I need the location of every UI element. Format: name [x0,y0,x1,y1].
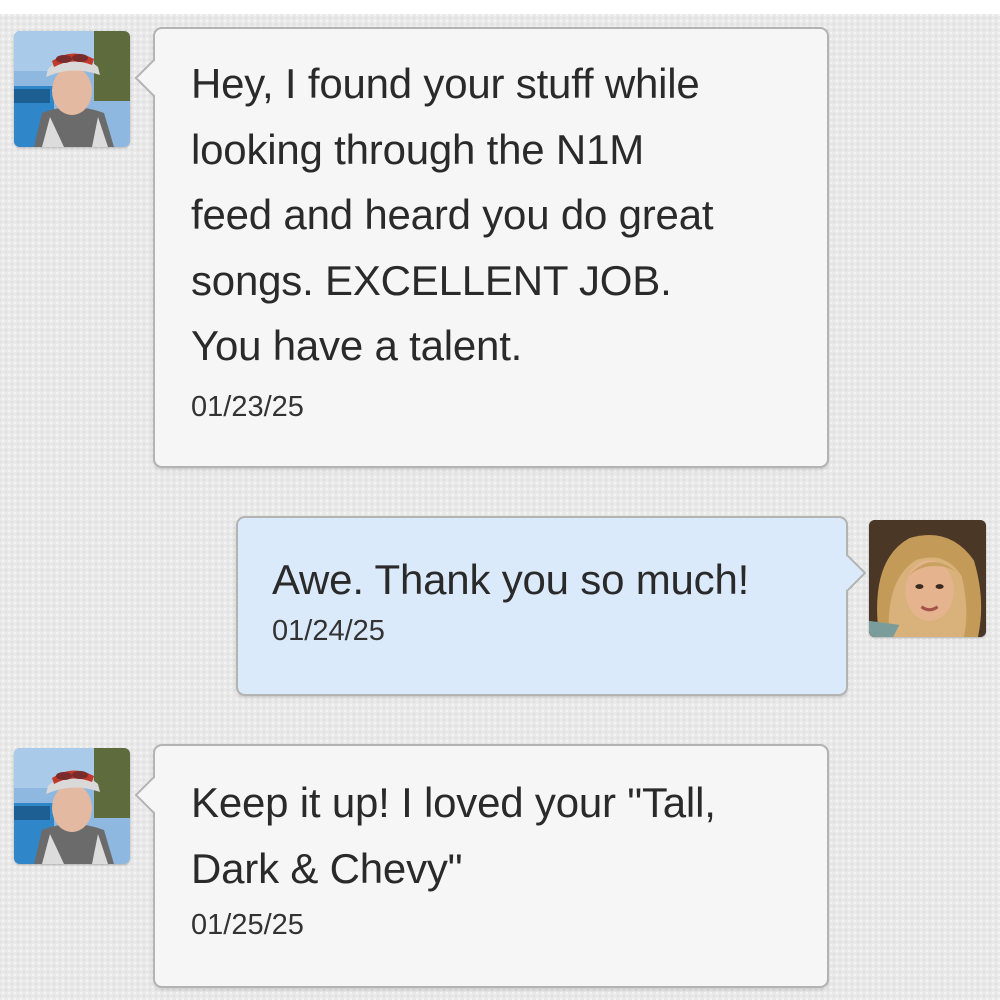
message-text: Awe. Thank you so much! [272,556,750,603]
bubble-tail [829,554,867,592]
sender-avatar[interactable] [14,31,130,147]
message-date: 01/23/25 [191,390,304,423]
top-bar [0,0,1000,14]
message-bubble-incoming[interactable]: Hey, I found your stuff while looking th… [134,27,829,468]
bubble-tail [134,59,172,97]
message-date: 01/24/25 [272,614,385,647]
message-text: Hey, I found your stuff while looking th… [191,60,714,369]
sender-avatar[interactable] [14,748,130,864]
own-avatar[interactable] [869,520,986,637]
message-bubble-incoming[interactable]: Keep it up! I loved your "Tall, Dark & C… [134,744,829,988]
avatar-photo-young-man [14,748,130,864]
message-text: Keep it up! I loved your "Tall, Dark & C… [191,779,716,892]
avatar-photo-woman [869,520,986,637]
message-date: 01/25/25 [191,909,304,941]
avatar-photo-young-man [14,31,130,147]
bubble-tail [134,776,172,814]
message-bubble-outgoing[interactable]: Awe. Thank you so much! 01/24/25 [236,516,867,696]
